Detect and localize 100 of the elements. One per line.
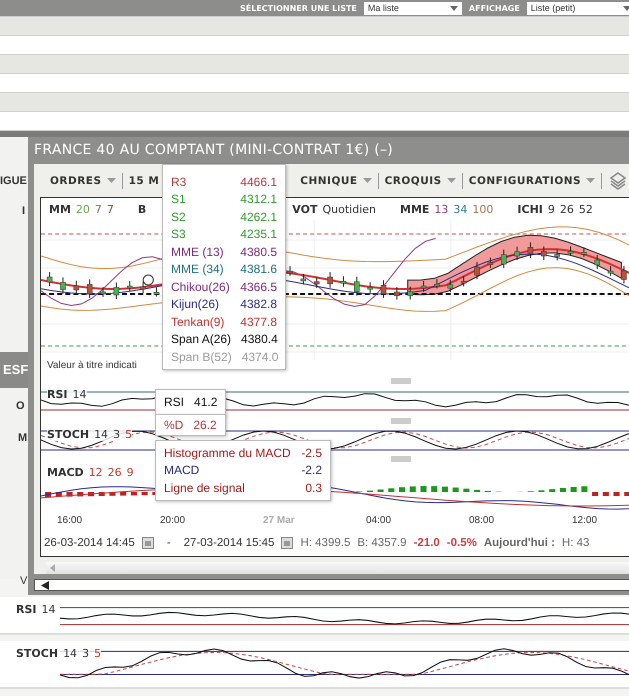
tooltip-label: MACD <box>164 463 200 478</box>
indicator-parameter: 34 <box>453 202 468 216</box>
indicator-parameter: 9 <box>126 466 134 479</box>
indicator-parameter: 14 <box>42 603 56 616</box>
indicator-label: MACD <box>47 466 84 479</box>
indicator-label: MM <box>49 202 71 216</box>
background-window-text: I <box>22 205 26 217</box>
tooltip-value: 41.2 <box>194 394 218 409</box>
change-percent: -0.5% <box>446 537 477 549</box>
toolbar-menu[interactable]: CHNIQUE <box>294 172 379 188</box>
candlestick <box>100 286 106 297</box>
candlestick <box>380 280 386 298</box>
tooltip-value: -2.5 <box>301 446 322 460</box>
tooltip-label: Span A(26) <box>171 332 232 346</box>
horizontal-scrollbar[interactable] <box>34 579 629 591</box>
display-select[interactable]: Liste (petit) <box>526 2 629 14</box>
resize-handle[interactable] <box>391 418 411 424</box>
tooltip-label: RSI <box>164 394 184 409</box>
display-label: AFFICHAGE <box>468 4 520 12</box>
indicator-parameter: 26 <box>560 202 574 216</box>
disclaimer-text: Valeur à titre indicati <box>46 360 138 373</box>
candlestick <box>448 280 454 292</box>
list-select[interactable]: Ma liste <box>364 2 462 14</box>
tooltip-label: R3 <box>171 174 186 189</box>
tooltip-label: %D <box>164 418 184 432</box>
candlestick <box>126 281 133 292</box>
candlestick <box>594 255 600 269</box>
start-date: 26-03-2014 14:45 <box>44 537 135 549</box>
indicator-label: RSI <box>47 388 68 401</box>
tooltip-value: 0.3 <box>305 480 322 495</box>
indicator-parameter: 52 <box>578 202 593 216</box>
list-label: SÉLECTIONNER UNE LISTE <box>240 4 357 12</box>
toolbar-menu[interactable]: CROQUIS <box>378 172 463 188</box>
tooltip-label: S3 <box>171 227 186 242</box>
candlestick <box>340 276 346 287</box>
indicator-parameter: 14 <box>72 388 86 401</box>
candlestick <box>367 282 373 293</box>
tooltip-value: 4235.1 <box>240 227 277 242</box>
indicator-label: STOCH <box>47 428 90 441</box>
candlestick <box>407 286 414 300</box>
indicator-label: RSI <box>16 603 36 616</box>
candlestick <box>541 246 547 260</box>
date-separator: - <box>166 537 171 549</box>
indicator-parameter: 7 <box>94 202 102 216</box>
candlestick <box>327 272 333 288</box>
candlestick <box>434 279 440 288</box>
indicator-parameter: 12 <box>88 466 103 479</box>
layers-icon[interactable] <box>610 172 626 190</box>
indicator-label: VOT <box>292 202 318 216</box>
tooltip-value: 4374.0 <box>242 350 278 364</box>
candlestick <box>568 246 574 256</box>
high-value: H: 4399.5 <box>300 537 350 549</box>
indicator-parameter: 14 <box>63 647 78 660</box>
candlestick <box>60 277 66 294</box>
tooltip-label: S1 <box>171 192 186 206</box>
indicator-parameter: 13 <box>434 202 448 216</box>
background-window-text: IGUE <box>0 175 27 187</box>
axis-label: 04:00 <box>366 514 392 526</box>
indicator-parameter: 3 <box>113 428 120 441</box>
resize-handle[interactable] <box>391 378 411 384</box>
window-title: FRANCE 40 AU COMPTANT (MINI-CONTRAT 1€) (–) <box>33 141 394 160</box>
candlestick <box>86 279 92 298</box>
axis-label: 12:00 <box>572 514 598 526</box>
toolbar-menu[interactable]: CONFIGURATIONS <box>462 172 602 188</box>
candlestick <box>287 266 293 276</box>
crosshair-marker <box>142 274 154 286</box>
indicator-label: ICHI <box>517 202 543 216</box>
today-high-value: H: 43 <box>562 537 590 549</box>
tooltip-value: 4377.8 <box>240 314 277 329</box>
candlestick <box>514 246 520 260</box>
candlestick <box>474 262 480 280</box>
indicator-parameter: Quotidien <box>322 202 376 216</box>
axis-label: 27 Mar <box>263 514 296 526</box>
tooltip-value: 4382.8 <box>240 297 277 312</box>
candlestick <box>460 276 466 286</box>
candlestick <box>554 249 560 260</box>
candlestick <box>500 250 506 268</box>
candlestick <box>608 266 614 276</box>
tooltip-value: 26.2 <box>193 418 217 432</box>
candlestick <box>114 282 120 299</box>
candlestick <box>46 272 52 286</box>
toolbar-menu[interactable]: 15 M <box>122 172 160 188</box>
candlestick <box>488 258 494 268</box>
candlestick <box>581 247 587 257</box>
tooltip-value: 4312.1 <box>240 192 277 206</box>
calendar-icon[interactable] <box>281 537 294 549</box>
calendar-icon[interactable] <box>142 537 154 549</box>
tooltip-value: 4366.5 <box>240 280 277 294</box>
background-window-text: O <box>16 400 25 412</box>
resize-handle[interactable] <box>391 456 411 462</box>
tooltip-label: Kijun(26) <box>171 297 220 312</box>
toolbar-menu[interactable]: ORDRES <box>44 172 123 188</box>
candlestick <box>300 274 306 284</box>
tooltip-value: 4466.1 <box>240 174 277 189</box>
axis-label: 08:00 <box>469 514 496 526</box>
tooltip-label: Tenkan(9) <box>171 314 224 329</box>
caret-icon <box>622 6 629 10</box>
horizontal-scrollbar[interactable] <box>46 562 629 574</box>
tooltip-value: 4380.5 <box>240 244 277 259</box>
tooltip-label: Histogramme du MACD <box>164 446 291 460</box>
